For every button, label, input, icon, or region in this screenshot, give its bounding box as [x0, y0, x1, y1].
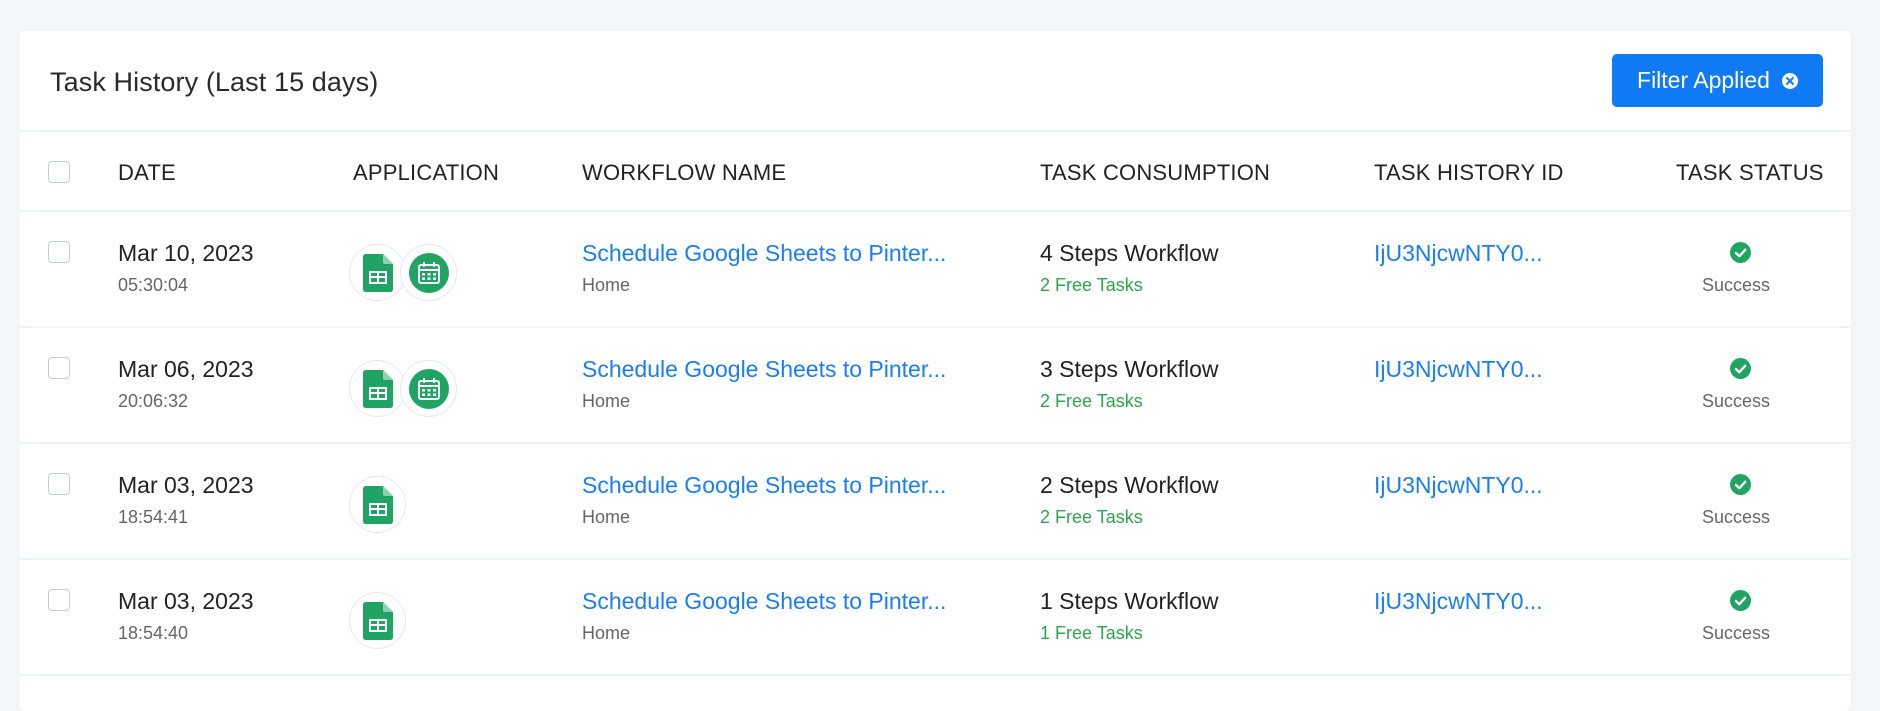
task-history-id-link[interactable]: IjU3NjcwNTY0...	[1374, 240, 1543, 267]
task-time: 20:06:32	[118, 391, 189, 411]
table-row: Mar 06, 2023 20:06:32 Schedule Google Shee…	[19, 328, 1851, 444]
table-row: Mar 10, 2023 05:30:04 Schedule Google Shee…	[19, 212, 1851, 328]
row-checkbox[interactable]	[48, 473, 70, 495]
steps-count: 4 Steps Workflow	[1040, 240, 1219, 266]
status-label: Success	[1701, 623, 1771, 643]
success-check-icon	[1730, 242, 1751, 263]
table-header: DATE APPLICATION WORKFLOW NAME TASK CONS…	[19, 132, 1851, 212]
task-time: 18:54:40	[118, 623, 189, 643]
filter-button-label: Filter Applied	[1637, 67, 1770, 93]
workflow-folder: Home	[582, 275, 631, 295]
task-history-id-link[interactable]: IjU3NjcwNTY0...	[1374, 588, 1543, 615]
filter-applied-button[interactable]: Filter Applied	[1612, 54, 1823, 107]
row-checkbox[interactable]	[48, 241, 70, 263]
workflow-folder: Home	[582, 623, 631, 643]
workflow-name-link[interactable]: Schedule Google Sheets to Pinter...	[582, 356, 946, 383]
steps-count: 1 Steps Workflow	[1040, 588, 1219, 614]
schedule-calendar-icon	[400, 244, 457, 301]
task-history-id-link[interactable]: IjU3NjcwNTY0...	[1374, 356, 1543, 383]
status-label: Success	[1701, 507, 1771, 527]
google-sheets-icon	[349, 592, 406, 649]
task-time: 18:54:41	[118, 507, 189, 527]
column-header-application: APPLICATION	[353, 160, 500, 185]
success-check-icon	[1730, 358, 1751, 379]
workflow-name-link[interactable]: Schedule Google Sheets to Pinter...	[582, 472, 946, 499]
task-time: 05:30:04	[118, 275, 189, 295]
column-header-task-history-id: TASK HISTORY ID	[1374, 160, 1564, 185]
google-sheets-icon	[349, 360, 406, 417]
success-check-icon	[1730, 474, 1751, 495]
column-header-task-consumption: TASK CONSUMPTION	[1040, 160, 1271, 185]
status-label: Success	[1701, 275, 1771, 295]
row-checkbox[interactable]	[48, 357, 70, 379]
task-date: Mar 06, 2023	[118, 356, 254, 382]
row-checkbox[interactable]	[48, 589, 70, 611]
schedule-calendar-icon	[400, 360, 457, 417]
table-row: Mar 03, 2023 18:54:41 Schedule Google Shee…	[19, 444, 1851, 560]
free-tasks-count: 2 Free Tasks	[1040, 275, 1143, 295]
free-tasks-count: 2 Free Tasks	[1040, 391, 1143, 411]
steps-count: 3 Steps Workflow	[1040, 356, 1219, 382]
google-sheets-icon	[349, 476, 406, 533]
task-history-card: Task History (Last 15 days) Filter Appli…	[19, 31, 1851, 711]
free-tasks-count: 2 Free Tasks	[1040, 507, 1143, 527]
task-date: Mar 10, 2023	[118, 240, 254, 266]
workflow-folder: Home	[582, 391, 631, 411]
task-date: Mar 03, 2023	[118, 588, 254, 614]
free-tasks-count: 1 Free Tasks	[1040, 623, 1143, 643]
column-header-date[interactable]: DATE	[118, 160, 176, 186]
task-history-id-link[interactable]: IjU3NjcwNTY0...	[1374, 472, 1543, 499]
status-label: Success	[1701, 391, 1771, 411]
page-title: Task History (Last 15 days)	[50, 67, 379, 97]
column-header-workflow-name: WORKFLOW NAME	[582, 160, 787, 185]
select-all-checkbox[interactable]	[48, 161, 70, 183]
success-check-icon	[1730, 590, 1751, 611]
column-header-task-status: TASK STATUS	[1676, 160, 1824, 185]
workflow-folder: Home	[582, 507, 631, 527]
google-sheets-icon	[349, 244, 406, 301]
workflow-name-link[interactable]: Schedule Google Sheets to Pinter...	[582, 240, 946, 267]
close-circle-icon[interactable]	[1781, 72, 1798, 89]
card-header: Task History (Last 15 days) Filter Appli…	[19, 31, 1851, 132]
workflow-name-link[interactable]: Schedule Google Sheets to Pinter...	[582, 588, 946, 615]
steps-count: 2 Steps Workflow	[1040, 472, 1219, 498]
task-date: Mar 03, 2023	[118, 472, 254, 498]
table-row: Mar 03, 2023 18:54:40 Schedule Google Shee…	[19, 560, 1851, 676]
